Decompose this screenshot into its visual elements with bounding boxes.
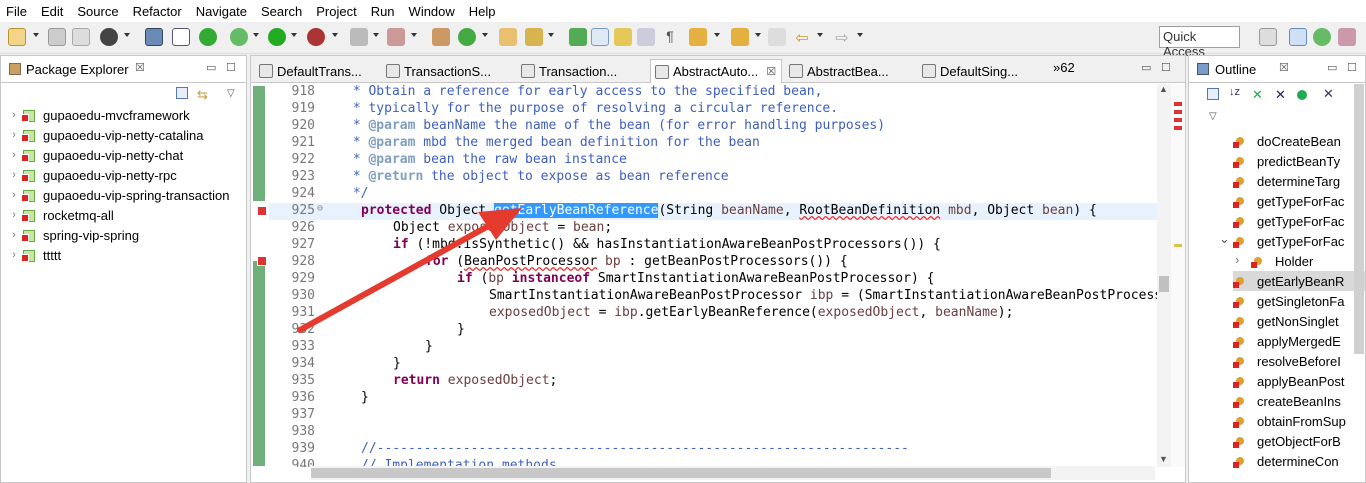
annotation-arrow-layer bbox=[297, 208, 522, 333]
annotation-arrow bbox=[297, 221, 495, 333]
annotation-arrow-head bbox=[478, 208, 522, 240]
